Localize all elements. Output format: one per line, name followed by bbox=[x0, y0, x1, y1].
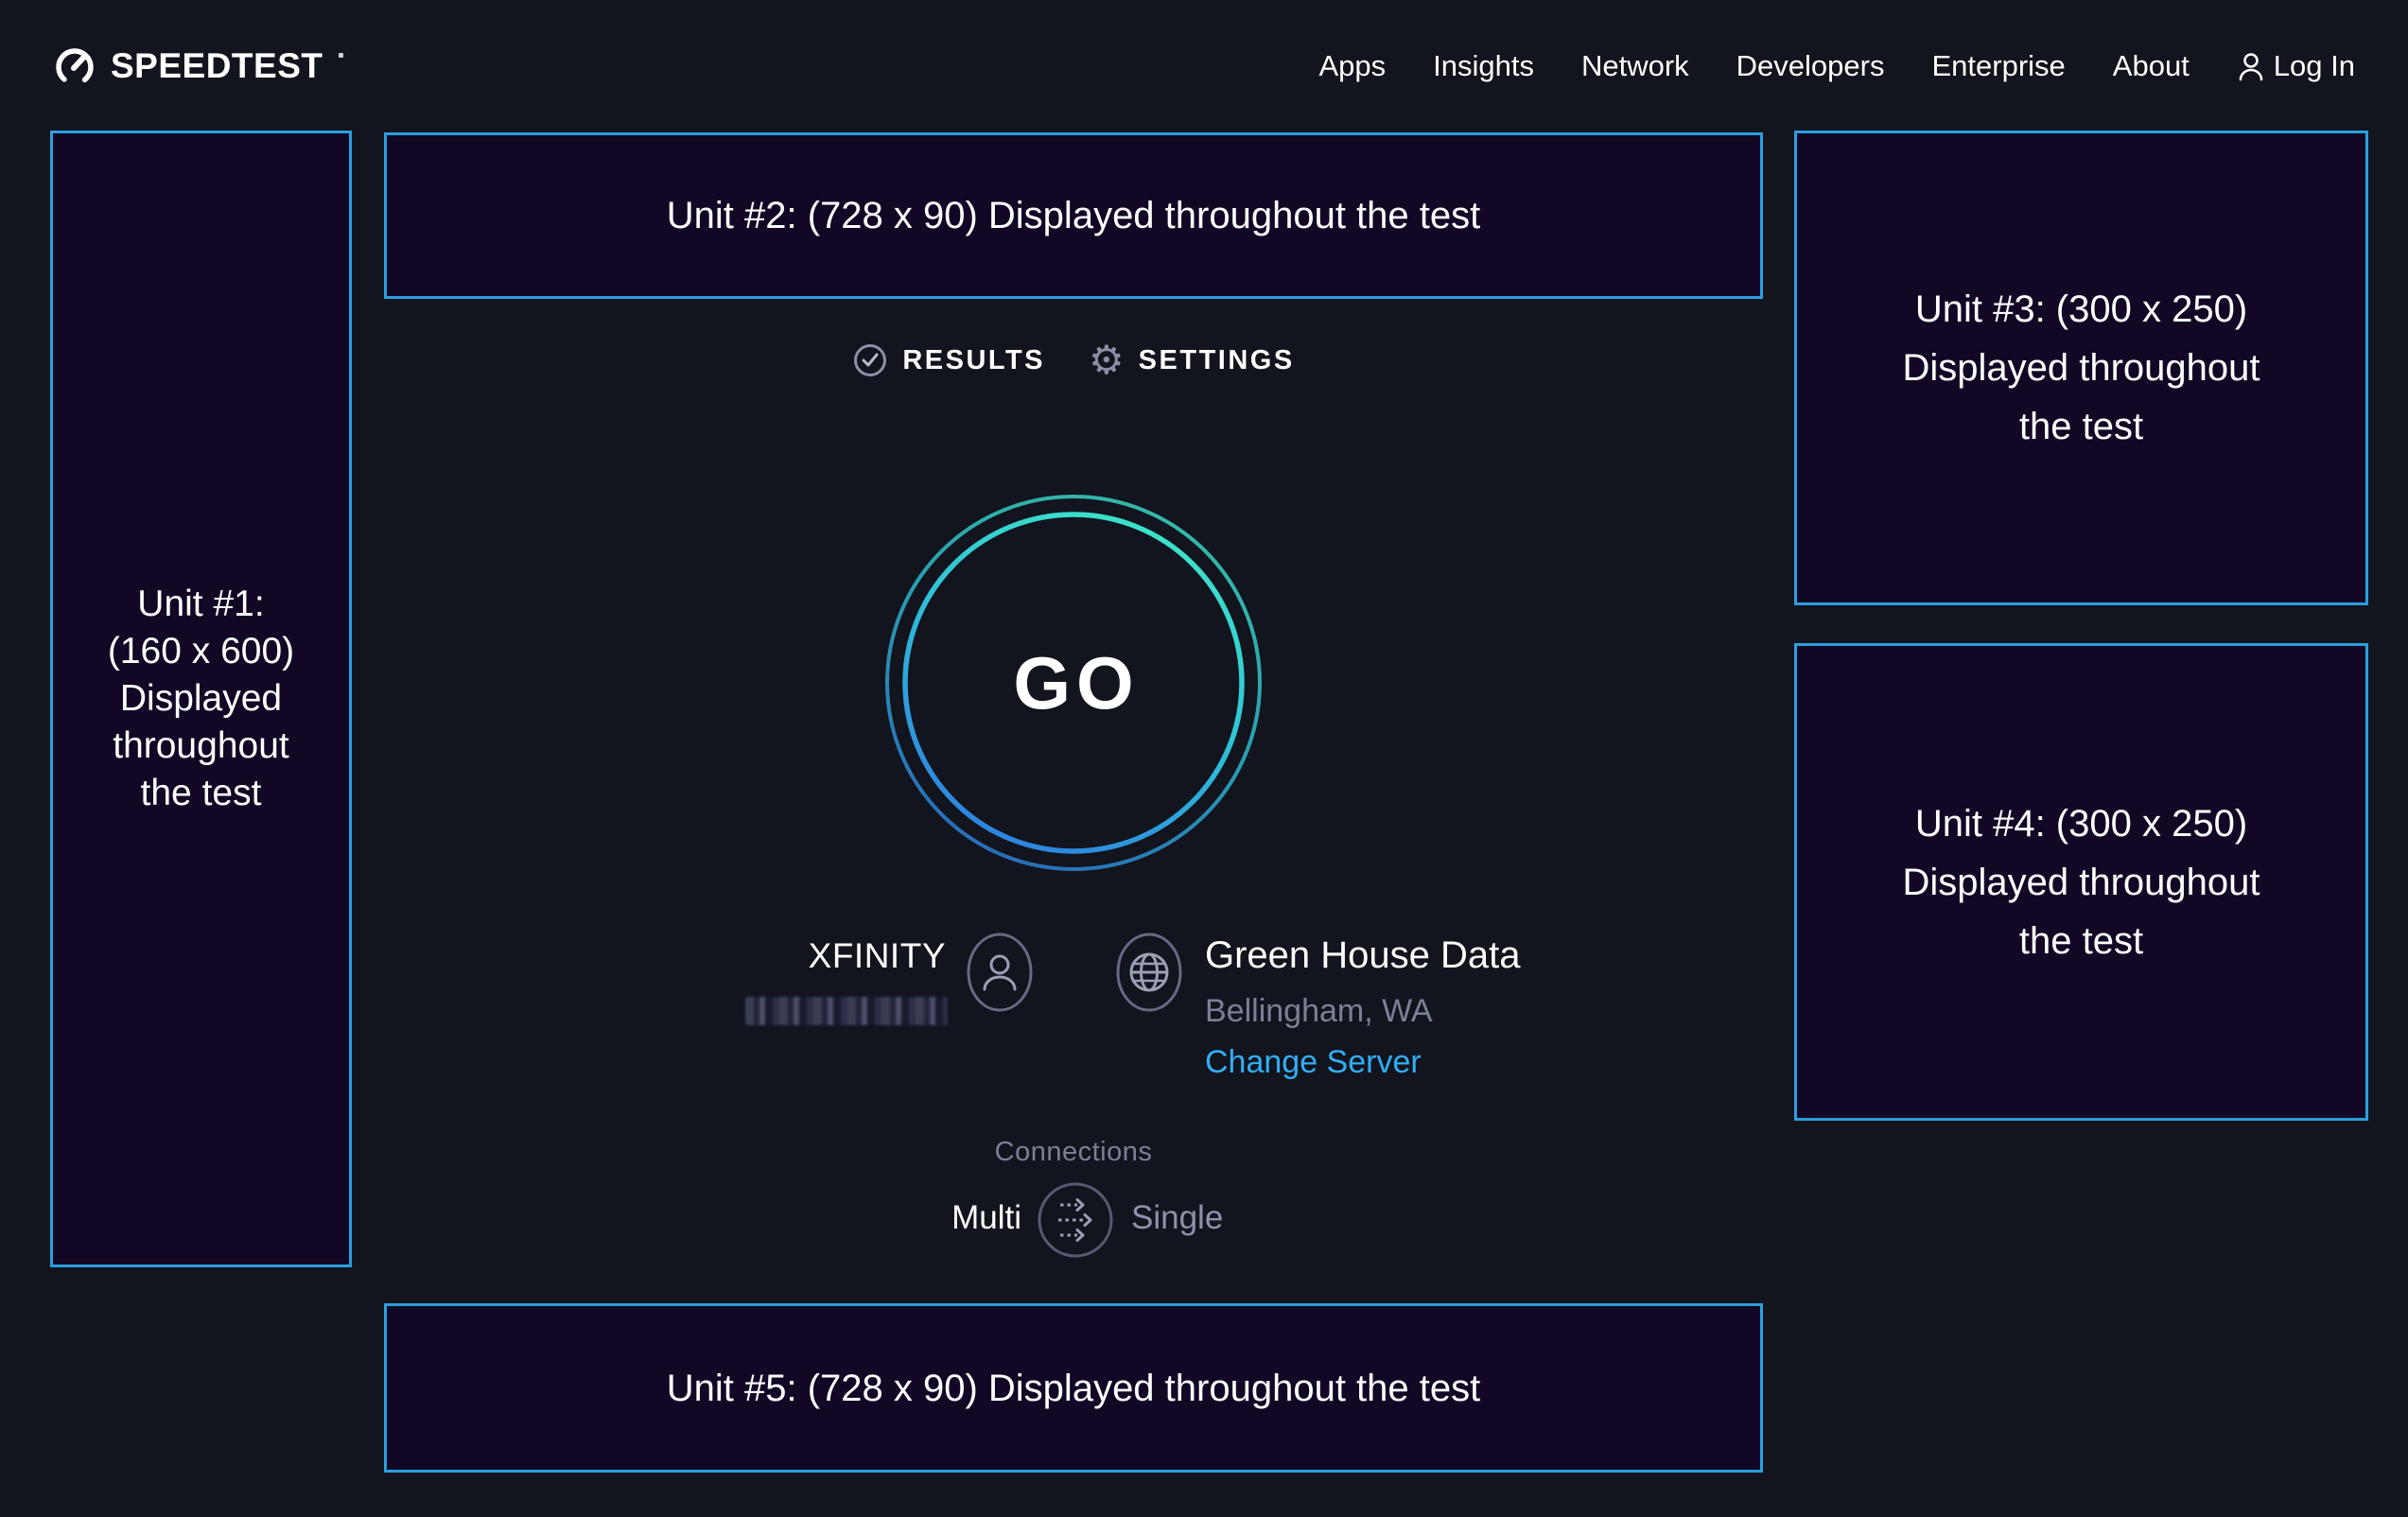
connections-toggle-icon[interactable] bbox=[1036, 1180, 1115, 1260]
speedometer-icon bbox=[52, 42, 97, 91]
tab-settings-label: SETTINGS bbox=[1139, 345, 1295, 376]
logo-wordmark: SPEEDTEST bbox=[111, 46, 323, 86]
go-button[interactable]: GO bbox=[880, 489, 1267, 877]
go-button-label: GO bbox=[880, 489, 1267, 877]
nav-item-about[interactable]: About bbox=[2113, 49, 2190, 83]
main-nav: Apps Insights Network Developers Enterpr… bbox=[1318, 0, 2355, 132]
server-location: Bellingham, WA bbox=[1205, 993, 1433, 1030]
server-name: Green House Data bbox=[1205, 934, 1521, 977]
isp-user-badge-icon bbox=[957, 929, 1042, 1016]
ad-unit-2-leaderboard[interactable]: Unit #2: (728 x 90) Displayed throughout… bbox=[384, 132, 1763, 299]
speedtest-logo[interactable]: SPEEDTEST bbox=[52, 42, 343, 91]
isp-name: XFINITY bbox=[662, 936, 946, 976]
nav-item-enterprise[interactable]: Enterprise bbox=[1931, 49, 2065, 83]
speedtest-page: SPEEDTEST Apps Insights Network Develope… bbox=[0, 0, 2408, 1517]
tab-settings[interactable]: ⚙ SETTINGS bbox=[1089, 342, 1295, 378]
ad-unit-4-rectangle[interactable]: Unit #4: (300 x 250) Displayed throughou… bbox=[1794, 643, 2368, 1121]
check-circle-icon bbox=[852, 342, 888, 378]
nav-item-insights[interactable]: Insights bbox=[1433, 49, 1534, 83]
ad-unit-3-rectangle[interactable]: Unit #3: (300 x 250) Displayed throughou… bbox=[1794, 131, 2368, 605]
nav-item-network[interactable]: Network bbox=[1581, 49, 1689, 83]
tab-results[interactable]: RESULTS bbox=[852, 342, 1045, 378]
trademark-mark bbox=[339, 53, 343, 58]
top-nav-bar: SPEEDTEST Apps Insights Network Develope… bbox=[0, 0, 2408, 132]
change-server-link[interactable]: Change Server bbox=[1205, 1044, 1422, 1081]
nav-item-apps[interactable]: Apps bbox=[1318, 49, 1386, 83]
tab-bar: RESULTS ⚙ SETTINGS bbox=[384, 342, 1763, 378]
user-icon bbox=[2237, 50, 2265, 82]
login-label: Log In bbox=[2274, 49, 2355, 83]
ad-unit-1-skyscraper[interactable]: Unit #1: (160 x 600) Displayed throughou… bbox=[50, 131, 352, 1267]
connections-label: Connections bbox=[955, 1137, 1192, 1168]
connections-multi-option[interactable]: Multi bbox=[851, 1199, 1021, 1237]
connections-single-option[interactable]: Single bbox=[1131, 1199, 1320, 1237]
gear-icon: ⚙ bbox=[1089, 343, 1125, 377]
ip-address-redacted bbox=[745, 997, 948, 1025]
tab-results-label: RESULTS bbox=[902, 345, 1045, 376]
login-button[interactable]: Log In bbox=[2237, 49, 2355, 83]
ad-unit-5-leaderboard[interactable]: Unit #5: (728 x 90) Displayed throughout… bbox=[384, 1303, 1763, 1473]
nav-item-developers[interactable]: Developers bbox=[1736, 49, 1885, 83]
server-globe-icon bbox=[1107, 929, 1192, 1016]
